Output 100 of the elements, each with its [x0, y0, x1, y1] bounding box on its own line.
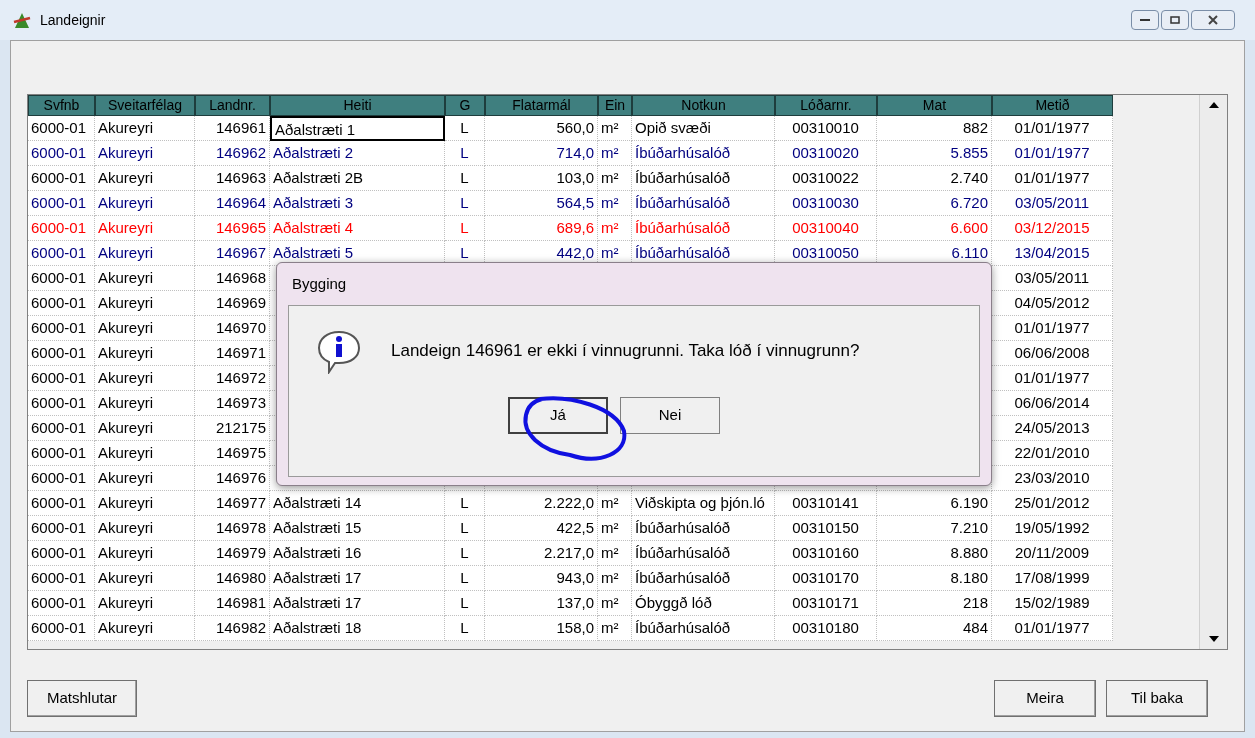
table-cell[interactable]: 20/11/2009 [992, 541, 1113, 566]
column-header[interactable]: Sveitarfélag [95, 95, 195, 116]
table-cell[interactable]: 6000-01 [28, 616, 95, 641]
table-cell[interactable]: 146979 [195, 541, 270, 566]
table-cell[interactable]: L [445, 591, 485, 616]
dialog-button[interactable]: Nei [620, 397, 720, 434]
table-cell[interactable]: Íbúðarhúsalóð [632, 566, 775, 591]
table-cell[interactable]: 22/01/2010 [992, 441, 1113, 466]
table-cell[interactable]: Akureyri [95, 516, 195, 541]
table-cell[interactable]: 6000-01 [28, 416, 95, 441]
table-cell[interactable]: 06/06/2014 [992, 391, 1113, 416]
table-cell[interactable]: Akureyri [95, 166, 195, 191]
table-cell[interactable]: Viðskipta og þjón.ló [632, 491, 775, 516]
table-cell[interactable]: Íbúðarhúsalóð [632, 516, 775, 541]
table-cell[interactable]: Akureyri [95, 266, 195, 291]
table-cell[interactable]: 146969 [195, 291, 270, 316]
table-cell[interactable]: 01/01/1977 [992, 616, 1113, 641]
table-cell[interactable]: Aðalstræti 17 [270, 566, 445, 591]
table-cell[interactable]: 17/08/1999 [992, 566, 1113, 591]
table-cell[interactable]: 146978 [195, 516, 270, 541]
table-cell[interactable]: 01/01/1977 [992, 141, 1113, 166]
table-cell[interactable]: 03/05/2011 [992, 266, 1113, 291]
close-button[interactable] [1191, 10, 1235, 30]
table-cell[interactable]: L [445, 166, 485, 191]
footer-button[interactable]: Meira [994, 680, 1096, 717]
table-cell[interactable]: Íbúðarhúsalóð [632, 141, 775, 166]
column-header[interactable]: Landnr. [195, 95, 270, 116]
table-cell[interactable]: L [445, 191, 485, 216]
table-cell[interactable]: 8.180 [877, 566, 992, 591]
table-cell[interactable]: 00310141 [775, 491, 877, 516]
table-cell[interactable]: L [445, 516, 485, 541]
table-cell[interactable]: 146976 [195, 466, 270, 491]
table-cell[interactable]: Akureyri [95, 441, 195, 466]
table-cell[interactable]: m² [598, 491, 632, 516]
table-cell[interactable]: Akureyri [95, 491, 195, 516]
footer-button[interactable]: Til baka [1106, 680, 1208, 717]
table-cell[interactable]: 158,0 [485, 616, 598, 641]
table-cell[interactable]: L [445, 566, 485, 591]
table-cell[interactable]: Aðalstræti 3 [270, 191, 445, 216]
table-cell[interactable]: 6000-01 [28, 216, 95, 241]
column-header[interactable]: Heiti [270, 95, 445, 116]
table-cell[interactable]: 2.740 [877, 166, 992, 191]
table-cell[interactable]: 146967 [195, 241, 270, 266]
table-cell[interactable]: 00310160 [775, 541, 877, 566]
table-cell[interactable]: 00310022 [775, 166, 877, 191]
table-cell[interactable]: m² [598, 616, 632, 641]
table-cell[interactable]: Akureyri [95, 191, 195, 216]
table-cell[interactable]: Akureyri [95, 541, 195, 566]
table-cell[interactable]: 03/12/2015 [992, 216, 1113, 241]
table-cell[interactable]: Akureyri [95, 316, 195, 341]
column-header[interactable]: Flatarmál [485, 95, 598, 116]
table-cell[interactable]: 2.222,0 [485, 491, 598, 516]
table-cell[interactable]: 01/01/1977 [992, 166, 1113, 191]
table-cell[interactable]: 6000-01 [28, 241, 95, 266]
table-cell[interactable]: 218 [877, 591, 992, 616]
table-cell[interactable]: 06/06/2008 [992, 341, 1113, 366]
table-cell[interactable]: 6000-01 [28, 141, 95, 166]
minimize-button[interactable] [1131, 10, 1159, 30]
table-cell[interactable]: 6000-01 [28, 516, 95, 541]
table-cell[interactable]: 146981 [195, 591, 270, 616]
table-cell[interactable]: L [445, 541, 485, 566]
column-header[interactable]: Lóðarnr. [775, 95, 877, 116]
table-cell[interactable]: 25/01/2012 [992, 491, 1113, 516]
table-cell[interactable]: 2.217,0 [485, 541, 598, 566]
table-cell[interactable]: Aðalstræti 14 [270, 491, 445, 516]
column-header[interactable]: Ein [598, 95, 632, 116]
table-cell[interactable]: Aðalstræti 2 [270, 141, 445, 166]
table-cell[interactable]: 04/05/2012 [992, 291, 1113, 316]
table-cell[interactable]: 943,0 [485, 566, 598, 591]
table-cell[interactable]: L [445, 141, 485, 166]
table-cell[interactable]: 00310171 [775, 591, 877, 616]
table-cell[interactable]: Akureyri [95, 116, 195, 141]
table-cell[interactable]: Akureyri [95, 416, 195, 441]
table-cell[interactable]: 24/05/2013 [992, 416, 1113, 441]
table-cell[interactable]: 146970 [195, 316, 270, 341]
table-cell[interactable]: Óbyggð lóð [632, 591, 775, 616]
table-cell[interactable]: 146971 [195, 341, 270, 366]
scroll-down-icon[interactable] [1208, 636, 1219, 642]
column-header[interactable]: Mat [877, 95, 992, 116]
table-cell[interactable]: L [445, 116, 485, 141]
table-cell[interactable]: 6000-01 [28, 341, 95, 366]
table-cell[interactable]: 15/02/1989 [992, 591, 1113, 616]
table-cell[interactable]: 6.720 [877, 191, 992, 216]
table-cell[interactable]: m² [598, 191, 632, 216]
table-cell[interactable]: 00310170 [775, 566, 877, 591]
table-cell[interactable]: 714,0 [485, 141, 598, 166]
table-cell[interactable]: Íbúðarhúsalóð [632, 166, 775, 191]
table-cell[interactable]: 23/03/2010 [992, 466, 1113, 491]
table-cell[interactable]: 6.600 [877, 216, 992, 241]
table-cell[interactable]: Aðalstræti 2B [270, 166, 445, 191]
table-cell[interactable]: Aðalstræti 15 [270, 516, 445, 541]
table-cell[interactable]: 03/05/2011 [992, 191, 1113, 216]
table-cell[interactable]: Akureyri [95, 241, 195, 266]
column-header[interactable]: G [445, 95, 485, 116]
table-cell[interactable]: 6000-01 [28, 266, 95, 291]
table-cell[interactable]: Íbúðarhúsalóð [632, 191, 775, 216]
table-cell[interactable]: Akureyri [95, 591, 195, 616]
table-cell[interactable]: 6000-01 [28, 466, 95, 491]
table-cell[interactable]: Aðalstræti 16 [270, 541, 445, 566]
table-cell[interactable]: Akureyri [95, 366, 195, 391]
